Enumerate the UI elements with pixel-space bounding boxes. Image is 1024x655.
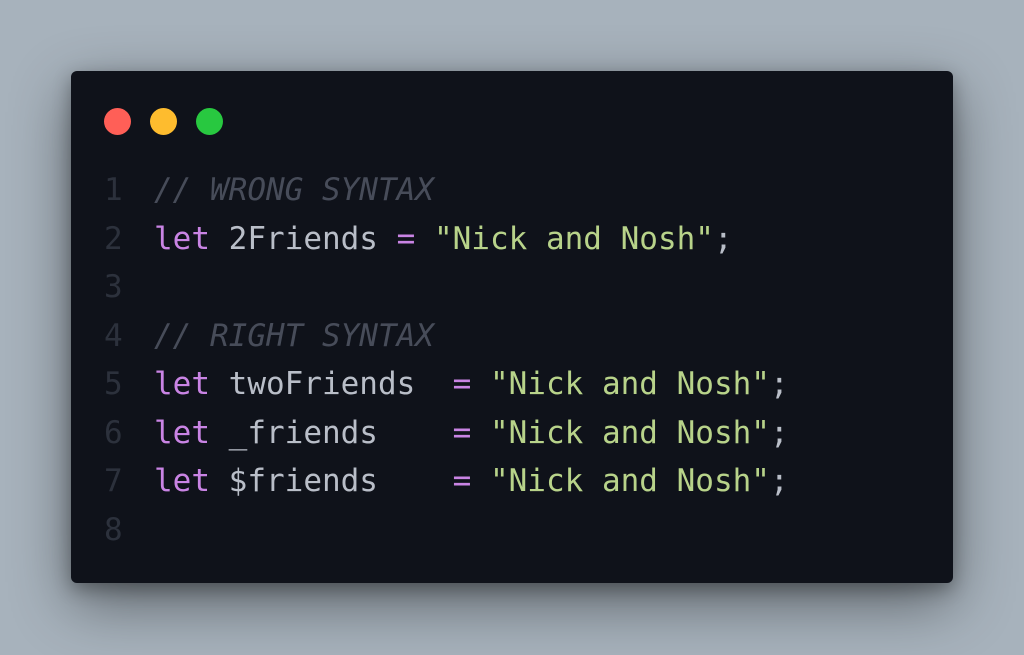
code-token-keyword: let [154,463,210,499]
code-line: 4 // RIGHT SYNTAX [104,312,924,361]
code-token-ident [471,366,490,402]
line-number: 8 [104,511,123,548]
code-token-op: = [452,414,472,451]
code-token-comment: // WRONG SYNTAX [154,172,434,208]
minimize-button[interactable] [150,108,177,135]
code-line: 7 let $friends = "Nick and Nosh"; [104,457,924,506]
code-token-string: "Nick and Nosh" [433,220,714,257]
code-block: 1 // WRONG SYNTAX 2 let 2Friends = "Nick an… [104,166,924,554]
line-number: 6 [104,414,123,451]
close-button[interactable] [104,108,131,135]
code-token-string: "Nick and Nosh" [489,463,770,499]
code-line: 5 let twoFriends = "Nick and Nosh"; [104,360,924,409]
code-token-ident [415,221,434,257]
line-number: 5 [104,366,123,402]
code-token-keyword: let [154,414,210,451]
maximize-button[interactable] [196,108,223,135]
code-token-punct: ; [769,463,789,499]
code-token-ident: _friends [210,414,453,451]
line-number: 1 [104,172,123,208]
code-token-keyword: let [154,366,210,402]
code-token-op: = [396,220,416,257]
code-token-keyword: let [154,220,210,257]
code-token-op: = [452,463,472,499]
line-number: 4 [104,317,123,354]
code-token-string: "Nick and Nosh" [489,366,770,402]
code-token-ident [471,415,490,451]
line-number: 7 [104,463,123,499]
code-token-ident: $friends [210,463,453,499]
code-line: 3 [104,263,924,312]
code-line: 8 [104,506,924,555]
code-token-string: "Nick and Nosh" [489,414,770,451]
line-number: 3 [104,269,123,305]
code-line: 2 let 2Friends = "Nick and Nosh"; [104,215,924,264]
line-number: 2 [104,220,123,257]
code-token-ident [471,463,490,499]
code-line: 6 let _friends = "Nick and Nosh"; [104,409,924,458]
code-token-punct: ; [713,220,733,257]
code-line: 1 // WRONG SYNTAX [104,166,924,215]
code-token-op: = [452,366,472,402]
code-token-comment: // RIGHT SYNTAX [154,317,434,354]
code-token-ident: 2Friends [210,220,397,257]
code-token-punct: ; [769,414,789,451]
code-token-ident: twoFriends [210,366,453,402]
code-token-punct: ; [769,366,789,402]
